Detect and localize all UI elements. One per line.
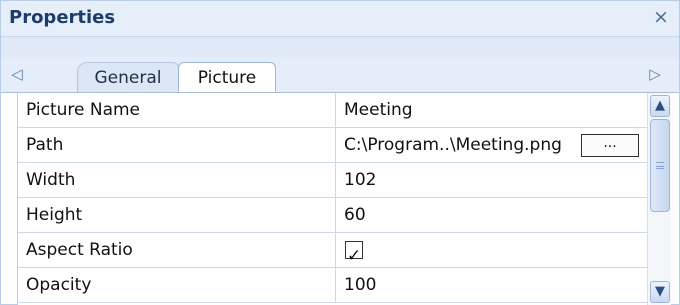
property-row-aspect-ratio[interactable]: Aspect Ratio ✓ [18, 233, 648, 268]
close-icon[interactable]: × [651, 6, 671, 28]
property-label: Aspect Ratio [18, 233, 336, 268]
property-row-width[interactable]: Width 102 [18, 163, 648, 198]
property-row-path[interactable]: Path C:\Program..\Meeting.png ... [18, 128, 648, 163]
property-label: Picture Name [18, 93, 336, 128]
property-value[interactable]: 60 [336, 198, 648, 233]
property-value-container: ✓ [336, 233, 648, 268]
aspect-ratio-checkbox[interactable]: ✓ [345, 241, 363, 266]
property-label: Height [18, 198, 336, 233]
tab-picture[interactable]: Picture [178, 62, 276, 92]
property-row-height[interactable]: Height 60 [18, 198, 648, 233]
tabstrip-top-band [1, 37, 679, 57]
browse-button[interactable]: ... [581, 134, 639, 157]
property-label: Path [18, 128, 336, 163]
property-row-picture-name[interactable]: Picture Name Meeting [18, 93, 648, 128]
scroll-left-icon[interactable]: ◁ [7, 63, 27, 85]
property-value[interactable]: 102 [336, 163, 648, 198]
properties-panel: Properties × ◁ General Picture ▷ Picture… [0, 0, 680, 305]
scroll-thumb[interactable] [650, 119, 670, 212]
panel-title: Properties [9, 7, 116, 28]
property-label: Opacity [18, 268, 336, 303]
property-label: Width [18, 163, 336, 198]
property-value[interactable]: C:\Program..\Meeting.png [344, 135, 562, 155]
property-value[interactable]: 100 [336, 268, 648, 303]
checkbox-icon: ✓ [347, 246, 362, 266]
scroll-down-icon[interactable]: ▼ [650, 281, 670, 303]
scroll-up-icon[interactable]: ▲ [650, 95, 670, 117]
tab-general[interactable]: General [77, 62, 179, 92]
property-value[interactable]: Meeting [336, 93, 648, 128]
property-value-container: C:\Program..\Meeting.png ... [336, 128, 648, 163]
vertical-scrollbar[interactable]: ▲ ▼ [647, 93, 671, 305]
grip-icon [656, 162, 664, 169]
scroll-right-icon[interactable]: ▷ [645, 63, 665, 85]
panel-header: Properties × [1, 1, 679, 37]
property-grid: Picture Name Meeting Path C:\Program..\M… [17, 93, 648, 305]
property-row-opacity[interactable]: Opacity 100 [18, 268, 648, 303]
